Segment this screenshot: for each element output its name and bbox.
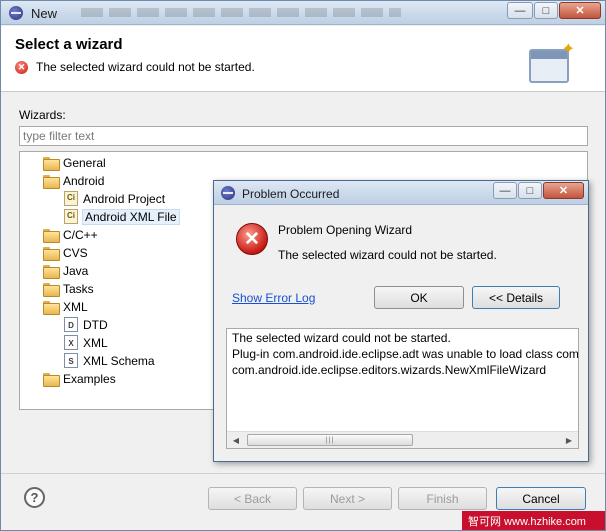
cancel-button[interactable]: Cancel xyxy=(496,487,586,510)
dialog-heading: Problem Opening Wizard xyxy=(278,223,413,237)
eclipse-icon xyxy=(9,6,23,20)
tree-item-dtd[interactable]: D DTD xyxy=(64,316,108,333)
close-button[interactable]: ✕ xyxy=(559,2,601,19)
xml-schema-icon: S xyxy=(64,353,78,368)
folder-icon xyxy=(43,372,60,387)
help-icon[interactable]: ? xyxy=(24,487,45,508)
footer-divider xyxy=(1,473,605,474)
dialog-title: Problem Occurred xyxy=(242,187,340,201)
dialog-minimize-button[interactable]: — xyxy=(493,182,517,199)
folder-icon xyxy=(43,228,60,243)
folder-icon xyxy=(43,174,60,189)
minimize-button[interactable]: — xyxy=(507,2,533,19)
tree-item-tasks[interactable]: Tasks xyxy=(43,280,94,297)
details-button[interactable]: << Details xyxy=(472,286,560,309)
folder-icon xyxy=(43,246,60,261)
tree-item-android[interactable]: Android xyxy=(43,172,104,189)
folder-icon xyxy=(43,264,60,279)
filter-input[interactable] xyxy=(19,126,588,146)
tree-item-xml[interactable]: XML xyxy=(43,298,88,315)
scroll-left-icon[interactable]: ◀ xyxy=(230,434,242,446)
folder-icon xyxy=(43,282,60,297)
details-line: Plug-in com.android.ide.eclipse.adt was … xyxy=(232,347,579,361)
tree-item-android-xml-file[interactable]: Ci Android XML File xyxy=(64,208,180,225)
dialog-maximize-button[interactable]: □ xyxy=(518,182,542,199)
folder-icon xyxy=(43,156,60,171)
problem-dialog: Problem Occurred — □ ✕ ✕ Problem Opening… xyxy=(213,180,589,462)
tree-item-general[interactable]: General xyxy=(43,154,106,171)
error-icon: ✕ xyxy=(236,223,268,255)
tree-item-android-project[interactable]: Ci Android Project xyxy=(64,190,165,207)
tree-item-cpp[interactable]: C/C++ xyxy=(43,226,98,243)
tree-item-java[interactable]: Java xyxy=(43,262,88,279)
tree-item-examples[interactable]: Examples xyxy=(43,370,116,387)
wizards-label: Wizards: xyxy=(19,108,66,122)
tree-item-cvs[interactable]: CVS xyxy=(43,244,88,261)
android-project-icon: Ci xyxy=(64,191,78,206)
show-error-log-link[interactable]: Show Error Log xyxy=(232,291,315,305)
maximize-button[interactable]: □ xyxy=(534,2,558,19)
xml-icon: X xyxy=(64,335,78,350)
wizard-header: Select a wizard ✕ The selected wizard co… xyxy=(1,26,605,92)
scroll-right-icon[interactable]: ▶ xyxy=(563,434,575,446)
back-button[interactable]: < Back xyxy=(208,487,297,510)
tree-item-xml-file[interactable]: X XML xyxy=(64,334,108,351)
eclipse-icon xyxy=(221,186,235,200)
site-watermark: 智可网 www.hzhike.com xyxy=(462,511,605,530)
details-line: The selected wizard could not be started… xyxy=(232,331,451,345)
android-xml-icon: Ci xyxy=(64,209,78,224)
folder-icon xyxy=(43,300,60,315)
dialog-message: The selected wizard could not be started… xyxy=(278,248,497,262)
window-titlebar[interactable]: New — □ ✕ xyxy=(1,1,605,25)
dialog-titlebar[interactable]: Problem Occurred — □ ✕ xyxy=(214,181,588,205)
details-text-area[interactable]: The selected wizard could not be started… xyxy=(226,328,579,449)
next-button[interactable]: Next > xyxy=(303,487,392,510)
error-icon: ✕ xyxy=(15,61,28,74)
finish-button[interactable]: Finish xyxy=(398,487,487,510)
dtd-icon: D xyxy=(64,317,78,332)
header-error-message: The selected wizard could not be started… xyxy=(36,60,255,74)
details-line: com.android.ide.eclipse.editors.wizards.… xyxy=(232,363,547,377)
page-title: Select a wizard xyxy=(15,36,123,53)
horizontal-scrollbar[interactable]: ◀ ||| ▶ xyxy=(227,431,578,448)
tree-item-xml-schema[interactable]: S XML Schema xyxy=(64,352,155,369)
ok-button[interactable]: OK xyxy=(374,286,464,309)
scrollbar-thumb[interactable]: ||| xyxy=(247,434,413,446)
blurred-title-text xyxy=(81,8,401,17)
wizard-banner-icon: ✦ xyxy=(529,39,575,83)
dialog-close-button[interactable]: ✕ xyxy=(543,182,584,199)
window-title: New xyxy=(31,6,58,21)
